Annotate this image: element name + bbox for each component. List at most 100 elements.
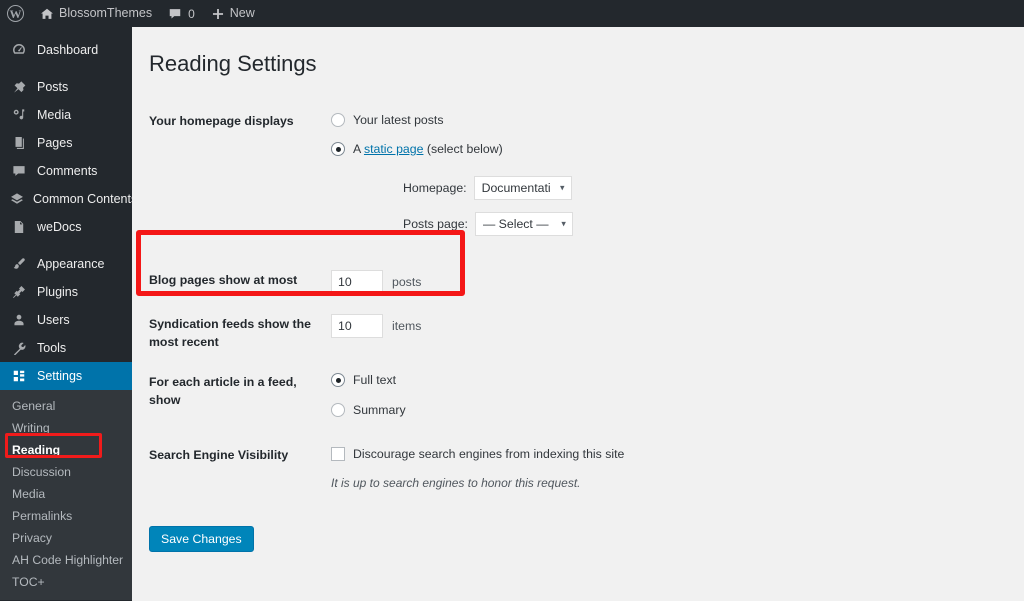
sidebar-item-comments[interactable]: Comments bbox=[0, 157, 132, 185]
main-content: Reading Settings Your homepage displays … bbox=[132, 27, 1024, 601]
submenu-item-writing[interactable]: Writing bbox=[0, 417, 132, 439]
row-homepage-displays: Your homepage displays Your latest posts… bbox=[149, 105, 909, 249]
syndication-input[interactable] bbox=[331, 314, 383, 339]
sidebar-label: Pages bbox=[37, 136, 73, 150]
sidebar-item-wedocs[interactable]: weDocs bbox=[0, 213, 132, 241]
submenu-item-privacy[interactable]: Privacy bbox=[0, 527, 132, 549]
blog-pages-num-row: posts bbox=[331, 270, 899, 295]
home-icon bbox=[40, 7, 54, 21]
radio-summary[interactable]: Summary bbox=[331, 401, 899, 419]
media-icon bbox=[10, 108, 28, 122]
dashboard-icon bbox=[10, 43, 28, 57]
homepage-select-label: Homepage: bbox=[403, 181, 467, 196]
radio-latest-posts[interactable]: Your latest posts bbox=[331, 111, 899, 129]
sidebar-item-pages[interactable]: Pages bbox=[0, 129, 132, 157]
site-name-label: BlossomThemes bbox=[59, 6, 153, 21]
sidebar-item-tools[interactable]: Tools bbox=[0, 334, 132, 362]
syndication-unit: items bbox=[392, 319, 422, 334]
syndication-field-cell: items bbox=[331, 306, 909, 364]
submenu-item-reading[interactable]: Reading bbox=[0, 439, 132, 461]
pages-icon bbox=[10, 136, 28, 150]
wrench-icon bbox=[10, 341, 28, 355]
submenu-item-permalinks[interactable]: Permalinks bbox=[0, 505, 132, 527]
search-visibility-cell: Discourage search engines from indexing … bbox=[331, 431, 909, 504]
homepage-select-row: Homepage: Documentation bbox=[331, 176, 899, 201]
row-syndication-feeds: Syndication feeds show the most recent i… bbox=[149, 306, 909, 364]
search-visibility-hint: It is up to search engines to honor this… bbox=[331, 476, 581, 491]
sidebar-label: Media bbox=[37, 108, 72, 122]
blog-pages-input[interactable] bbox=[331, 270, 383, 295]
submenu-item-media[interactable]: Media bbox=[0, 483, 132, 505]
checkbox-discourage-search-engines[interactable]: Discourage search engines from indexing … bbox=[331, 445, 899, 463]
row-search-engine-visibility: Search Engine Visibility Discourage sear… bbox=[149, 431, 909, 504]
sidebar-label: weDocs bbox=[37, 220, 82, 234]
radio-summary-label: Summary bbox=[353, 402, 406, 417]
row-feed-article-show: For each article in a feed, show Full te… bbox=[149, 364, 909, 431]
sidebar-label: Posts bbox=[37, 80, 69, 94]
radio-latest-posts-input[interactable] bbox=[331, 112, 345, 127]
sidebar-label: Dashboard bbox=[37, 43, 99, 57]
page-title: Reading Settings bbox=[149, 51, 317, 76]
sidebar-label: Tools bbox=[37, 341, 67, 355]
admin-bar: W BlossomThemes 0 New bbox=[0, 0, 1024, 27]
blog-pages-field-cell: posts bbox=[331, 248, 909, 306]
comment-icon bbox=[10, 164, 28, 178]
radio-full-text-input[interactable] bbox=[331, 373, 345, 388]
settings-submenu: General Writing Reading Discussion Media… bbox=[0, 390, 132, 600]
discourage-checkbox-input[interactable] bbox=[331, 447, 345, 462]
sidebar-item-users[interactable]: Users bbox=[0, 306, 132, 334]
static-suffix: (select below) bbox=[423, 142, 503, 157]
radio-static-page-input[interactable] bbox=[331, 142, 345, 157]
site-name-menu[interactable]: BlossomThemes bbox=[32, 0, 160, 27]
document-icon bbox=[10, 220, 28, 234]
sidebar-item-plugins[interactable]: Plugins bbox=[0, 278, 132, 306]
layers-icon bbox=[10, 192, 24, 206]
sidebar-item-posts[interactable]: Posts bbox=[0, 73, 132, 101]
sidebar-label: Common Contents bbox=[33, 192, 138, 206]
posts-page-select-wrap: — Select — bbox=[474, 212, 573, 237]
wordpress-logo-icon: W bbox=[7, 5, 24, 22]
submenu-item-discussion[interactable]: Discussion bbox=[0, 461, 132, 483]
sidebar-item-appearance[interactable]: Appearance bbox=[0, 250, 132, 278]
static-prefix: A bbox=[353, 142, 364, 157]
radio-latest-posts-label: Your latest posts bbox=[353, 112, 444, 127]
comments-menu[interactable]: 0 bbox=[160, 0, 203, 27]
static-page-link[interactable]: static page bbox=[364, 142, 423, 156]
label-blog-pages: Blog pages show at most bbox=[149, 273, 298, 288]
new-content-menu[interactable]: New bbox=[203, 0, 263, 27]
comments-count: 0 bbox=[188, 6, 195, 21]
sidebar-label: Appearance bbox=[37, 257, 105, 271]
radio-static-page-label: A static page (select below) bbox=[353, 140, 503, 158]
homepage-displays-options: Your latest posts A static page (select … bbox=[331, 105, 909, 249]
row-blog-pages-show-at-most: Blog pages show at most posts bbox=[149, 248, 909, 306]
settings-icon bbox=[10, 369, 28, 383]
syndication-num-row: items bbox=[331, 314, 899, 339]
blog-pages-unit: posts bbox=[392, 275, 422, 290]
sidebar-item-common-contents[interactable]: Common Contents bbox=[0, 185, 137, 213]
label-search-engine-visibility: Search Engine Visibility bbox=[149, 448, 289, 462]
wordpress-admin-screen: W BlossomThemes 0 New Dashboard Posts Me… bbox=[0, 0, 1024, 601]
brush-icon bbox=[10, 257, 28, 271]
label-feed-article: For each article in a feed, show bbox=[149, 375, 297, 407]
submenu-item-general[interactable]: General bbox=[0, 395, 132, 417]
sidebar-label: Plugins bbox=[37, 285, 78, 299]
new-label: New bbox=[229, 6, 255, 21]
wordpress-logo-menu[interactable]: W bbox=[0, 0, 32, 27]
save-changes-button[interactable]: Save Changes bbox=[149, 526, 254, 553]
radio-full-text[interactable]: Full text bbox=[331, 371, 899, 389]
feed-article-options: Full text Summary bbox=[331, 364, 909, 431]
radio-summary-input[interactable] bbox=[331, 402, 345, 417]
submenu-item-toc-plus[interactable]: TOC+ bbox=[0, 571, 132, 593]
sidebar-item-media[interactable]: Media bbox=[0, 101, 132, 129]
sidebar-item-dashboard[interactable]: Dashboard bbox=[0, 36, 132, 64]
submenu-item-ah-code-highlighter[interactable]: AH Code Highlighter bbox=[0, 549, 132, 571]
homepage-select[interactable]: Documentation bbox=[473, 176, 572, 201]
plus-icon bbox=[211, 7, 225, 21]
sidebar-label: Settings bbox=[37, 369, 83, 383]
plug-icon bbox=[10, 285, 28, 299]
posts-page-select[interactable]: — Select — bbox=[474, 212, 573, 237]
radio-static-page[interactable]: A static page (select below) bbox=[331, 140, 899, 158]
user-icon bbox=[10, 313, 28, 327]
sidebar-label: Users bbox=[37, 313, 70, 327]
sidebar-item-settings[interactable]: Settings bbox=[0, 362, 132, 390]
